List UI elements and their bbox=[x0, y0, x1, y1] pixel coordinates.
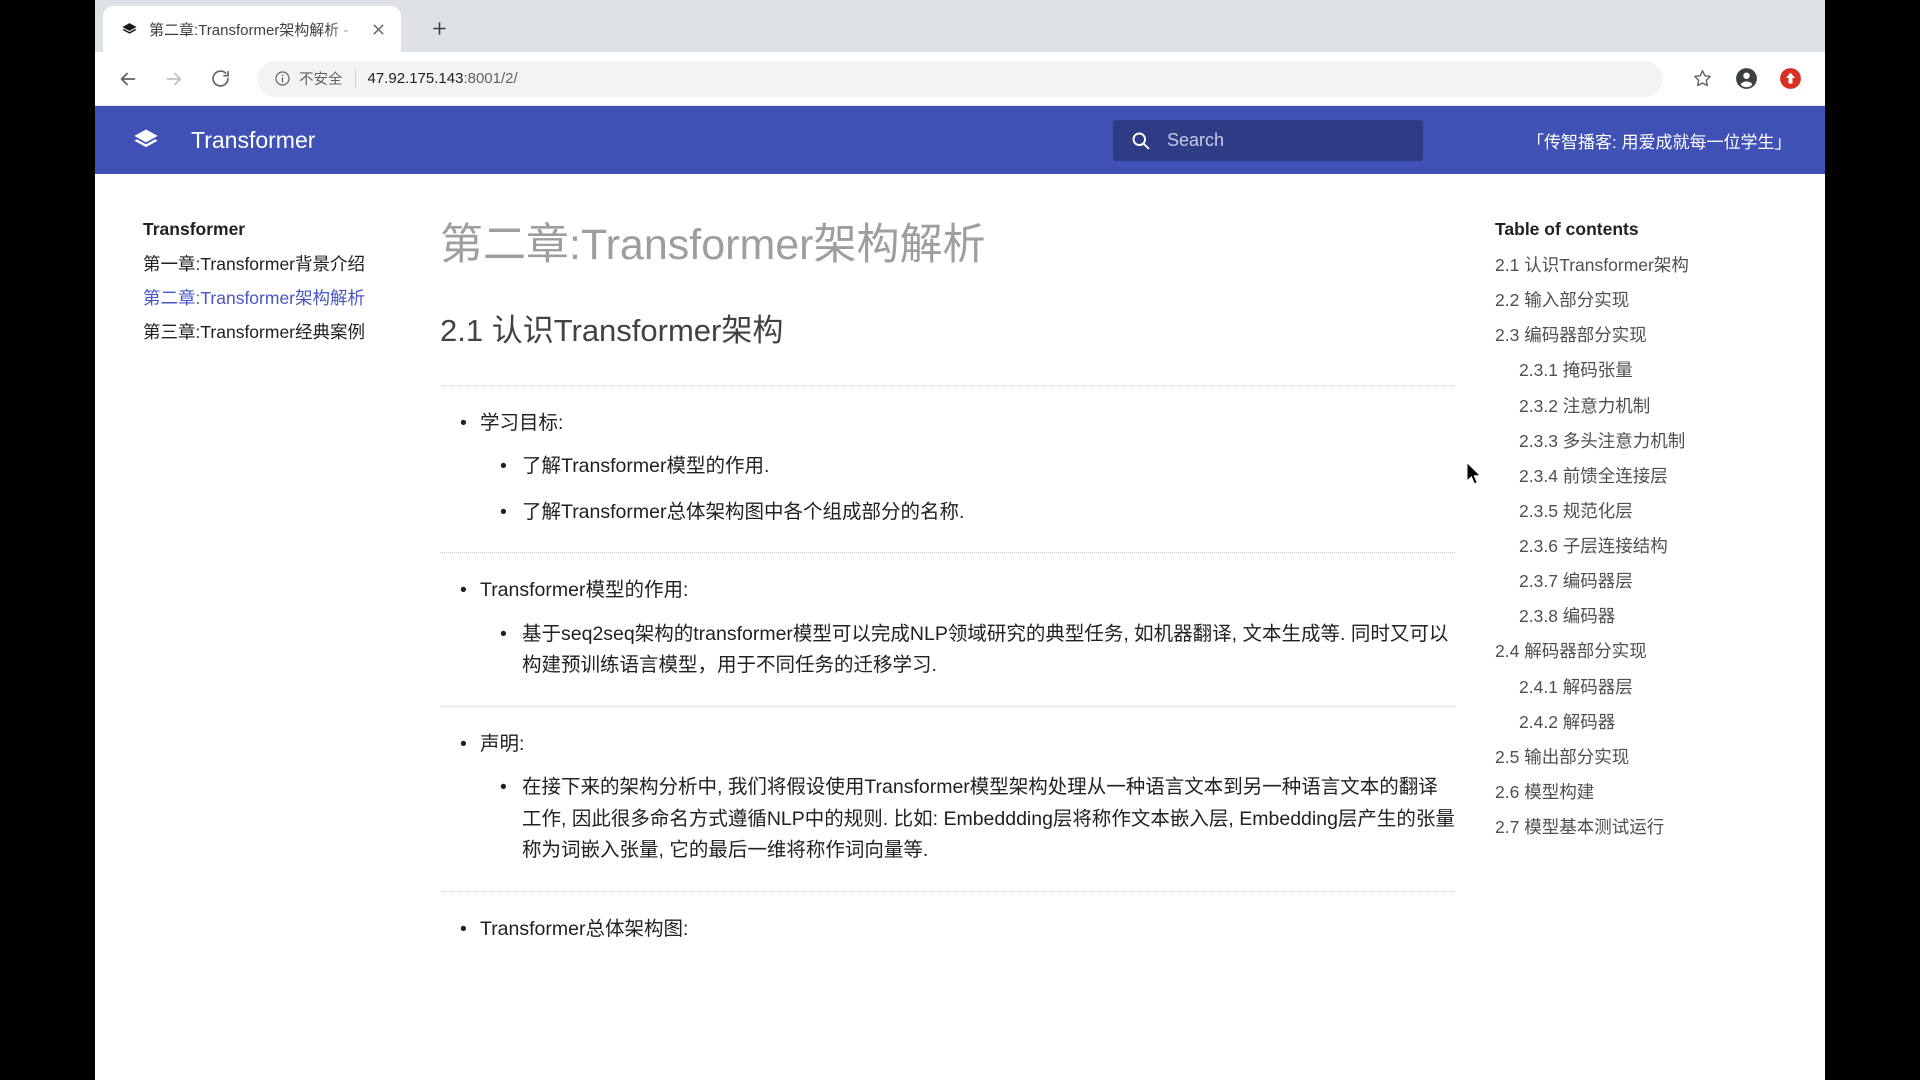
divider bbox=[440, 552, 1455, 554]
tab-title: 第二章:Transformer架构解析 - bbox=[149, 21, 349, 39]
list-item-label: 学习目标: bbox=[480, 412, 564, 435]
list-item-label: 声明: bbox=[480, 732, 525, 755]
list-item: 学习目标: 了解Transformer模型的作用. 了解Transformer总… bbox=[440, 408, 1455, 528]
content-block-model-role: Transformer模型的作用: 基于seq2seq架构的transforme… bbox=[440, 575, 1455, 681]
toc-item-2-3[interactable]: 2.3 编码器部分实现 bbox=[1495, 325, 1805, 345]
toc-item-2-4-1[interactable]: 2.4.1 解码器层 bbox=[1495, 677, 1805, 697]
list-item-label: 基于seq2seq架构的transformer模型可以完成NLP领域研究的典型任… bbox=[522, 622, 1449, 677]
security-label: 不安全 bbox=[299, 72, 343, 88]
omnibox-divider bbox=[354, 69, 356, 88]
layers-icon[interactable] bbox=[131, 125, 161, 155]
sidebar-item-chapter-1[interactable]: 第一章:Transformer背景介绍 bbox=[143, 254, 400, 274]
address-bar[interactable]: 不安全 47.92.175.143:8001/2/ bbox=[257, 60, 1663, 97]
search-box[interactable] bbox=[1113, 120, 1423, 161]
toc-item-2-6[interactable]: 2.6 模型构建 bbox=[1495, 782, 1805, 802]
list-item-label: Transformer总体架构图: bbox=[480, 917, 689, 940]
star-icon[interactable] bbox=[1685, 62, 1719, 96]
back-button[interactable] bbox=[109, 60, 147, 98]
sidebar-nav: Transformer 第一章:Transformer背景介绍 第二章:Tran… bbox=[95, 219, 410, 1080]
forward-button[interactable] bbox=[155, 60, 193, 98]
list-item: Transformer模型的作用: 基于seq2seq架构的transforme… bbox=[440, 575, 1455, 681]
toc-item-2-1[interactable]: 2.1 认识Transformer架构 bbox=[1495, 255, 1805, 275]
site-slogan: 「传智播客: 用爱成就每一位学生」 bbox=[1527, 132, 1792, 152]
search-input[interactable] bbox=[1167, 130, 1407, 151]
content-block-objectives: 学习目标: 了解Transformer模型的作用. 了解Transformer总… bbox=[440, 408, 1455, 528]
toc-item-2-3-6[interactable]: 2.3.6 子层连接结构 bbox=[1495, 536, 1805, 556]
list-item: 了解Transformer总体架构图中各个组成部分的名称. bbox=[480, 497, 1455, 529]
toc-item-2-3-4[interactable]: 2.3.4 前馈全连接层 bbox=[1495, 466, 1805, 486]
list-item: 在接下来的架构分析中, 我们将假设使用Transformer模型架构处理从一种语… bbox=[480, 772, 1455, 867]
list-item: 声明: 在接下来的架构分析中, 我们将假设使用Transformer模型架构处理… bbox=[440, 729, 1455, 867]
sub-list: 在接下来的架构分析中, 我们将假设使用Transformer模型架构处理从一种语… bbox=[480, 772, 1455, 867]
sidebar-item-chapter-2[interactable]: 第二章:Transformer架构解析 bbox=[143, 288, 400, 308]
list-item: 了解Transformer模型的作用. bbox=[480, 451, 1455, 483]
update-arrow-icon[interactable] bbox=[1773, 62, 1807, 96]
list-item-label: 在接下来的架构分析中, 我们将假设使用Transformer模型架构处理从一种语… bbox=[522, 775, 1455, 862]
toc-item-2-5[interactable]: 2.5 输出部分实现 bbox=[1495, 747, 1805, 767]
sub-list: 基于seq2seq架构的transformer模型可以完成NLP领域研究的典型任… bbox=[480, 619, 1455, 682]
table-of-contents: Table of contents 2.1 认识Transformer架构 2.… bbox=[1495, 219, 1825, 1080]
sidebar-item-chapter-3[interactable]: 第三章:Transformer经典案例 bbox=[143, 322, 400, 342]
list-item-label: Transformer模型的作用: bbox=[480, 579, 689, 602]
tab-strip: 第二章:Transformer架构解析 - bbox=[95, 0, 1825, 52]
sub-list: 了解Transformer模型的作用. 了解Transformer总体架构图中各… bbox=[480, 451, 1455, 528]
toc-item-2-3-1[interactable]: 2.3.1 掩码张量 bbox=[1495, 360, 1805, 380]
account-circle-icon[interactable] bbox=[1729, 62, 1763, 96]
content-block-statement: 声明: 在接下来的架构分析中, 我们将假设使用Transformer模型架构处理… bbox=[440, 729, 1455, 867]
site-header: Transformer 「传智播客: 用爱成就每一位学生」 bbox=[95, 106, 1825, 174]
list-item: 基于seq2seq架构的transformer模型可以完成NLP领域研究的典型任… bbox=[480, 619, 1455, 682]
toc-item-2-2[interactable]: 2.2 输入部分实现 bbox=[1495, 290, 1805, 310]
main-content: 第二章:Transformer架构解析 2.1 认识Transformer架构 … bbox=[410, 219, 1495, 1080]
toc-item-2-4[interactable]: 2.4 解码器部分实现 bbox=[1495, 641, 1805, 661]
toc-item-2-7[interactable]: 2.7 模型基本测试运行 bbox=[1495, 817, 1805, 837]
mkdocs-layers-icon bbox=[119, 19, 139, 39]
info-circle-icon[interactable] bbox=[273, 70, 291, 88]
close-icon[interactable] bbox=[365, 16, 391, 42]
toc-heading: Table of contents bbox=[1495, 219, 1639, 239]
new-tab-button[interactable] bbox=[423, 12, 455, 44]
section-title: 2.1 认识Transformer架构 bbox=[440, 312, 784, 348]
divider bbox=[440, 385, 1455, 387]
list-item-label: 了解Transformer总体架构图中各个组成部分的名称. bbox=[522, 500, 965, 523]
divider bbox=[440, 890, 1455, 892]
list-item: Transformer总体架构图: bbox=[440, 914, 1455, 945]
toc-item-2-3-8[interactable]: 2.3.8 编码器 bbox=[1495, 606, 1805, 626]
reload-button[interactable] bbox=[201, 60, 239, 98]
content-block-architecture-diagram: Transformer总体架构图: bbox=[440, 914, 1455, 945]
url-host: 47.92.175.143 bbox=[367, 70, 464, 87]
divider bbox=[440, 705, 1455, 707]
toc-item-2-3-2[interactable]: 2.3.2 注意力机制 bbox=[1495, 396, 1805, 416]
list-item-label: 了解Transformer模型的作用. bbox=[522, 455, 770, 478]
address-bar-url: 47.92.175.143:8001/2/ bbox=[368, 70, 518, 87]
browser-window: 第二章:Transformer架构解析 - 不安全 47.92.175.143:… bbox=[95, 0, 1825, 1080]
browser-toolbar: 不安全 47.92.175.143:8001/2/ bbox=[95, 52, 1825, 106]
site-title[interactable]: Transformer bbox=[191, 127, 315, 154]
sidebar-heading: Transformer bbox=[143, 219, 246, 239]
page-title: 第二章:Transformer架构解析 bbox=[440, 221, 986, 269]
browser-tab[interactable]: 第二章:Transformer架构解析 - bbox=[103, 6, 401, 52]
toc-item-2-3-7[interactable]: 2.3.7 编码器层 bbox=[1495, 571, 1805, 591]
toc-item-2-3-3[interactable]: 2.3.3 多头注意力机制 bbox=[1495, 431, 1805, 451]
toc-item-2-4-2[interactable]: 2.4.2 解码器 bbox=[1495, 712, 1805, 732]
page-body: Transformer 第一章:Transformer背景介绍 第二章:Tran… bbox=[95, 174, 1825, 1080]
toc-item-2-3-5[interactable]: 2.3.5 规范化层 bbox=[1495, 501, 1805, 521]
search-icon bbox=[1129, 130, 1151, 152]
url-path: :8001/2/ bbox=[463, 70, 518, 87]
